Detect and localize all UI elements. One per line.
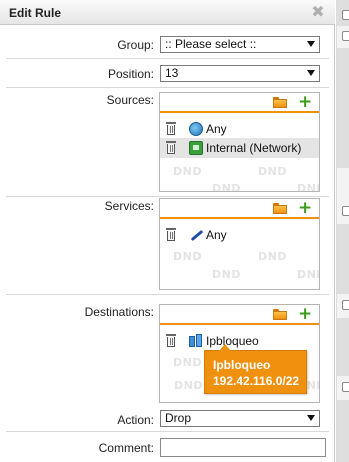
chevron-down-icon <box>307 41 315 47</box>
row-checkbox[interactable] <box>342 10 349 20</box>
dialog-title: Edit Rule <box>9 6 62 20</box>
action-select-value: Drop <box>165 411 192 425</box>
dnd-watermark: DND <box>297 268 319 281</box>
sources-list[interactable]: + DND DND DND DND Any Internal (Network) <box>159 92 320 192</box>
divider <box>6 58 329 59</box>
list-item-label: Any <box>206 122 227 136</box>
divider <box>6 431 329 432</box>
close-icon[interactable]: ✖ <box>309 3 327 21</box>
dnd-watermark: DND <box>173 250 202 263</box>
list-item-label: Internal (Network) <box>206 141 302 155</box>
destination-tooltip: Ipbloqueo 192.42.116.0/22 <box>204 344 307 394</box>
services-toolbar: + <box>160 199 319 219</box>
dnd-watermark: DND <box>258 250 287 263</box>
position-select[interactable]: 13 <box>160 65 320 82</box>
group-select-value: :: Please select :: <box>165 37 257 51</box>
dnd-watermark: DND <box>174 379 203 392</box>
list-item[interactable]: Any <box>160 225 319 245</box>
comment-field[interactable] <box>160 438 326 457</box>
dnd-watermark: DND <box>212 182 241 192</box>
dnd-watermark: DND <box>173 356 202 369</box>
row-checkbox[interactable] <box>342 31 349 41</box>
comment-label: Comment: <box>98 441 154 455</box>
divider <box>6 87 329 88</box>
list-item[interactable]: Ipbloqueo <box>160 331 319 351</box>
tooltip-name: Ipbloqueo <box>213 358 271 372</box>
chevron-down-icon <box>307 70 315 76</box>
edit-rule-dialog: Edit Rule ✖ Group: :: Please select :: P… <box>0 0 335 462</box>
service-icon <box>189 228 203 242</box>
list-item-label: Any <box>206 228 227 242</box>
chevron-down-icon <box>307 415 315 421</box>
folder-icon[interactable] <box>273 309 287 320</box>
add-icon[interactable]: + <box>298 199 312 217</box>
list-item-label: Ipbloqueo <box>206 334 259 348</box>
trash-icon[interactable] <box>166 228 176 241</box>
list-item[interactable]: Any <box>160 119 319 139</box>
sources-label: Sources: <box>106 93 154 107</box>
position-select-value: 13 <box>165 66 179 80</box>
row-checkbox[interactable] <box>342 300 349 310</box>
dialog-titlebar: Edit Rule ✖ <box>0 0 335 25</box>
background-panel-edge <box>336 0 349 462</box>
add-icon[interactable]: + <box>298 93 312 111</box>
dnd-watermark: DND <box>297 182 319 192</box>
dnd-watermark: DND <box>173 165 202 178</box>
list-item[interactable]: Internal (Network) <box>160 138 319 158</box>
globe-icon <box>189 122 203 136</box>
dnd-watermark: DND <box>258 165 287 178</box>
row-checkbox[interactable] <box>342 206 349 216</box>
divider <box>6 196 329 197</box>
destinations-toolbar: + <box>160 305 319 325</box>
action-label: Action: <box>117 413 154 427</box>
destinations-label: Destinations: <box>84 305 154 319</box>
trash-icon[interactable] <box>166 122 176 135</box>
action-select[interactable]: Drop <box>160 410 320 427</box>
network-icon <box>189 141 203 155</box>
dnd-watermark: DND <box>212 268 241 281</box>
host-icon <box>189 334 203 348</box>
row-checkbox[interactable] <box>342 382 349 392</box>
add-icon[interactable]: + <box>298 305 312 323</box>
divider <box>6 294 329 295</box>
position-label: Position: <box>107 67 154 81</box>
group-select[interactable]: :: Please select :: <box>160 36 320 53</box>
trash-icon[interactable] <box>166 141 176 154</box>
services-label: Services: <box>104 199 154 213</box>
tooltip-address: 192.42.116.0/22 <box>213 374 300 388</box>
services-list[interactable]: + DND DND DND DND Any <box>159 198 320 290</box>
sources-toolbar: + <box>160 93 319 113</box>
folder-icon[interactable] <box>273 97 287 108</box>
trash-icon[interactable] <box>166 334 176 347</box>
group-label: Group: <box>117 38 154 52</box>
folder-icon[interactable] <box>273 203 287 214</box>
